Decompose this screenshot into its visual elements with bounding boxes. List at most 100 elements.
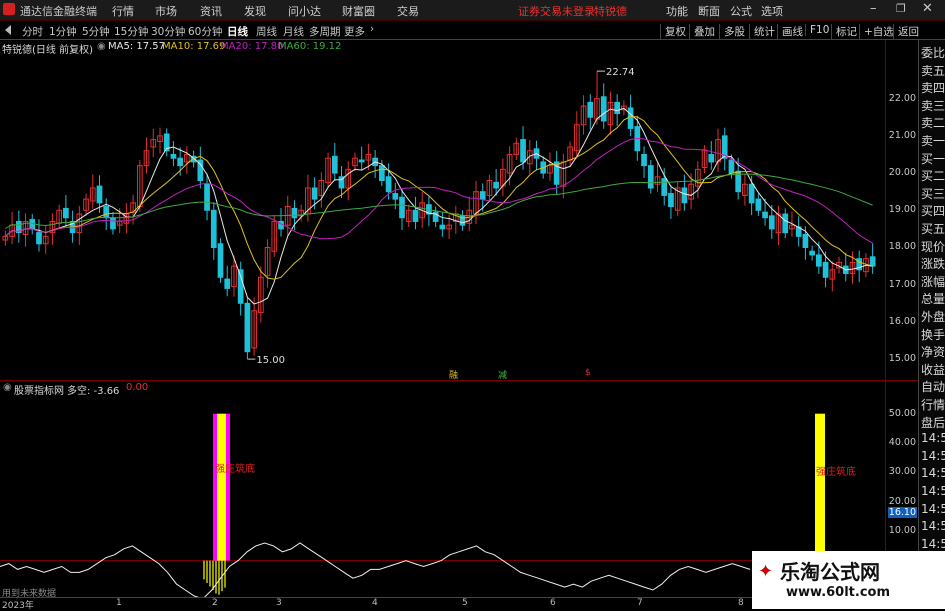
more-arrow-icon[interactable]: ›	[370, 23, 374, 35]
app-logo-icon	[3, 3, 15, 15]
candle-body	[708, 153, 715, 163]
side-panel-item[interactable]: 买一	[921, 150, 945, 167]
candle-body	[412, 209, 419, 222]
candle-body	[668, 193, 674, 208]
side-panel-item[interactable]: 14:5	[921, 431, 945, 445]
statistics-button[interactable]: 统计	[749, 24, 775, 39]
candle-body	[681, 187, 688, 204]
candle-body	[641, 153, 647, 167]
side-panel-item[interactable]: 14:5	[921, 466, 945, 480]
menu-quotes[interactable]: 行情	[112, 3, 134, 19]
menu-bar: 通达信金融终端 行情 市场 资讯 发现 问小达 财富圈 交易 证券交易未登录 特…	[0, 0, 945, 21]
side-panel-item[interactable]: 卖四	[921, 79, 945, 96]
side-panel-item[interactable]: 涨跌	[921, 255, 945, 272]
side-panel-item[interactable]: 卖三	[921, 97, 945, 114]
candle-body	[661, 178, 668, 196]
date-month-3: 3	[276, 598, 282, 608]
side-panel-item[interactable]: 外盘	[921, 308, 945, 325]
back-arrow-icon[interactable]	[5, 25, 11, 35]
side-panel-item[interactable]: 换手	[921, 326, 945, 343]
side-panel-item[interactable]: 14:5	[921, 449, 945, 463]
side-panel-item[interactable]: 行情	[921, 396, 945, 413]
menu-discover[interactable]: 发现	[244, 3, 266, 19]
signal-bar-magenta-left	[213, 413, 217, 561]
draw-line-button[interactable]: 画线	[777, 24, 803, 39]
side-panel-item[interactable]: 卖二	[921, 114, 945, 131]
menu-options[interactable]: 选项	[761, 3, 783, 19]
side-panel-item[interactable]: 卖五	[921, 62, 945, 79]
candle-body	[822, 261, 829, 278]
price-tick: 16.00	[888, 315, 916, 327]
app-title: 通达信金融终端	[20, 5, 97, 18]
f10-button[interactable]: F10	[805, 24, 829, 36]
menu-wealth[interactable]: 财富圈	[342, 3, 375, 19]
side-panel-item[interactable]: 买二	[921, 167, 945, 184]
candle-body	[237, 269, 244, 304]
side-panel-item[interactable]: 买三	[921, 185, 945, 202]
adjust-button[interactable]: 复权	[660, 24, 686, 39]
side-panel-item[interactable]: 委比	[921, 44, 945, 61]
tab-minute[interactable]: 分时	[22, 24, 43, 39]
return-button[interactable]: 返回	[893, 24, 919, 39]
side-panel-item[interactable]: 总量	[921, 290, 945, 307]
menu-xiaoda[interactable]: 问小达	[288, 3, 321, 19]
menu-function[interactable]: 功能	[666, 3, 688, 19]
tab-multi-period[interactable]: 多周期	[309, 24, 341, 39]
menu-formula[interactable]: 公式	[730, 3, 752, 19]
tab-monthly[interactable]: 月线	[283, 24, 304, 39]
add-watchlist-button[interactable]: +自选	[859, 24, 894, 39]
tab-60min[interactable]: 60分钟	[188, 24, 222, 39]
login-notice[interactable]: 证券交易未登录	[518, 3, 595, 19]
tab-30min[interactable]: 30分钟	[151, 24, 185, 39]
side-panel-item[interactable]: 14:5	[921, 537, 945, 551]
side-panel-item[interactable]: 14:5	[921, 519, 945, 533]
side-panel-item[interactable]: 净资	[921, 343, 945, 360]
side-panel-item[interactable]: 买四	[921, 202, 945, 219]
mark-button[interactable]: 标记	[831, 24, 857, 39]
marker-dollar[interactable]: $	[585, 368, 591, 378]
menu-info[interactable]: 资讯	[200, 3, 222, 19]
date-year: 2023年	[2, 601, 34, 611]
price-tick: 17.00	[888, 278, 916, 290]
menu-market[interactable]: 市场	[155, 3, 177, 19]
tab-5min[interactable]: 5分钟	[82, 24, 110, 39]
tab-weekly[interactable]: 周线	[256, 24, 277, 39]
side-panel-item[interactable]: 现价	[921, 238, 945, 255]
side-panel-item[interactable]: 卖一	[921, 132, 945, 149]
candle-body	[782, 213, 789, 234]
candle-body	[110, 217, 116, 230]
minimize-icon[interactable]: –	[870, 1, 877, 16]
side-panel-item[interactable]: 涨幅	[921, 273, 945, 290]
candlestick-chart[interactable]: 22.74 15.00	[0, 40, 885, 380]
candle-body	[479, 191, 486, 200]
side-panel-item[interactable]: 14:5	[921, 502, 945, 516]
candle-body	[177, 157, 184, 167]
side-panel-item[interactable]: 盘后	[921, 414, 945, 431]
tab-15min[interactable]: 15分钟	[114, 24, 148, 39]
close-icon[interactable]: ✕	[922, 1, 933, 16]
candle-body	[244, 302, 251, 353]
side-panel-item[interactable]: 买五	[921, 220, 945, 237]
menu-trade[interactable]: 交易	[397, 3, 419, 19]
candle-body	[614, 101, 621, 115]
tab-1min[interactable]: 1分钟	[49, 24, 77, 39]
tab-more[interactable]: 更多	[344, 24, 365, 39]
date-month-5: 5	[462, 598, 468, 608]
indicator-tick: 30.00	[888, 466, 916, 478]
multi-stock-button[interactable]: 多股	[719, 24, 745, 39]
date-month-8: 8	[738, 598, 744, 608]
candle-body	[36, 232, 42, 245]
indicator-tick: 50.00	[888, 407, 916, 419]
side-panel-item[interactable]: 14:5	[921, 484, 945, 498]
menu-section[interactable]: 断面	[698, 3, 720, 19]
candle-body	[587, 101, 594, 118]
indicator-tick: 40.00	[888, 437, 916, 449]
price-tick: 20.00	[888, 167, 916, 179]
side-panel-item[interactable]: 收益	[921, 361, 945, 378]
candle-body	[399, 196, 405, 219]
restore-icon[interactable]: ❐	[896, 2, 906, 15]
tab-daily[interactable]: 日线	[227, 24, 248, 39]
candle-body	[210, 209, 217, 248]
overlay-button[interactable]: 叠加	[689, 24, 715, 39]
side-panel-item[interactable]: 自动	[921, 378, 945, 395]
